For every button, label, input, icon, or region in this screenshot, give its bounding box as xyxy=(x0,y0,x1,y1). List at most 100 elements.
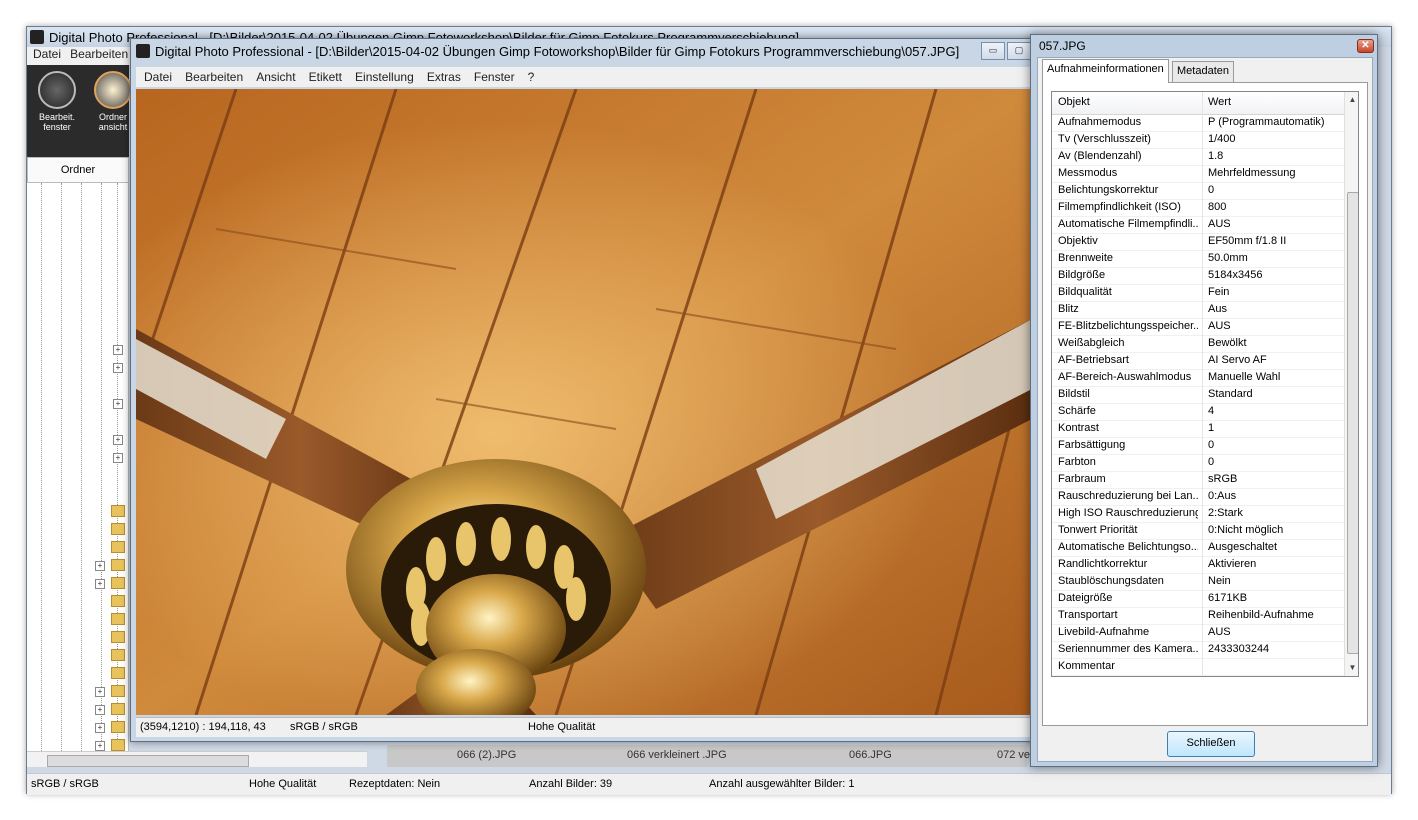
scroll-down-icon[interactable]: ▼ xyxy=(1345,660,1358,676)
tree-expand-icon[interactable]: + xyxy=(113,345,123,355)
table-row[interactable]: Weißabgleich Bewölkt xyxy=(1052,335,1344,353)
tree-expand-icon[interactable]: + xyxy=(113,363,123,373)
filmstrip-item[interactable]: 066 (2).JPG xyxy=(457,749,516,761)
table-row[interactable]: Bildqualität Fein xyxy=(1052,284,1344,302)
row-value: 2:Stark xyxy=(1208,507,1243,519)
row-key: Farbsättigung xyxy=(1058,439,1126,451)
tree-expand-icon[interactable]: + xyxy=(95,687,105,697)
table-row[interactable]: FE-Blitzbelichtungsspeicher... AUS xyxy=(1052,318,1344,336)
photo-canvas[interactable] xyxy=(136,89,1032,715)
menu-fenster[interactable]: Fenster xyxy=(474,67,515,87)
column-header-objekt[interactable]: Objekt xyxy=(1058,96,1090,108)
folder-icon xyxy=(111,631,125,643)
close-button[interactable]: Schließen xyxy=(1167,731,1255,757)
status-color-space: sRGB / sRGB xyxy=(31,778,99,790)
table-row[interactable]: Belichtungskorrektur 0 xyxy=(1052,182,1344,200)
tree-expand-icon[interactable]: + xyxy=(113,399,123,409)
menu-help[interactable]: ? xyxy=(528,67,535,87)
row-value: 50.0mm xyxy=(1208,252,1248,264)
filmstrip[interactable]: 066 (2).JPG 066 verkleinert .JPG 066.JPG… xyxy=(387,745,1069,767)
table-row[interactable]: Farbraum sRGB xyxy=(1052,471,1344,489)
menu-datei[interactable]: Datei xyxy=(33,47,61,61)
table-row[interactable]: Livebild-Aufnahme AUS xyxy=(1052,624,1344,642)
edit-window-button[interactable]: Bearbeit. fenster xyxy=(35,71,79,132)
column-header-wert[interactable]: Wert xyxy=(1208,96,1231,108)
table-row[interactable]: Kommentar xyxy=(1052,658,1344,676)
table-row[interactable]: Automatische Belichtungso... Ausgeschalte… xyxy=(1052,539,1344,557)
table-row[interactable]: High ISO Rauschreduzierung 2:Stark xyxy=(1052,505,1344,523)
table-row[interactable]: Dateigröße 6171KB xyxy=(1052,590,1344,608)
tab-aufnahmeinformationen[interactable]: Aufnahmeinformationen xyxy=(1042,59,1169,83)
table-row[interactable]: Tv (Verschlusszeit) 1/400 xyxy=(1052,131,1344,149)
table-row[interactable]: AF-Bereich-Auswahlmodus Manuelle Wahl xyxy=(1052,369,1344,387)
tab-metadaten[interactable]: Metadaten xyxy=(1172,61,1234,82)
table-row[interactable]: Farbsättigung 0 xyxy=(1052,437,1344,455)
row-value: Nein xyxy=(1208,575,1231,587)
tree-expand-icon[interactable]: + xyxy=(95,723,105,733)
scrollbar-thumb[interactable] xyxy=(47,755,249,767)
table-row[interactable]: Av (Blendenzahl) 1.8 xyxy=(1052,148,1344,166)
table-row[interactable]: Bildgröße 5184x3456 xyxy=(1052,267,1344,285)
table-row[interactable]: Aufnahmemodus P (Programmautomatik) xyxy=(1052,114,1344,132)
info-table[interactable]: Objekt Wert Aufnahmemodus P (Programmauto… xyxy=(1051,91,1359,677)
table-row[interactable]: Schärfe 4 xyxy=(1052,403,1344,421)
scroll-up-icon[interactable]: ▲ xyxy=(1345,92,1358,108)
filmstrip-item[interactable]: 066 verkleinert .JPG xyxy=(627,749,727,761)
image-statusbar: (3594,1210) : 194,118, 43 sRGB / sRGB Ho… xyxy=(136,717,1032,737)
table-row[interactable]: Tonwert Priorität 0:Nicht möglich xyxy=(1052,522,1344,540)
menu-extras[interactable]: Extras xyxy=(427,67,461,87)
folder-icon xyxy=(111,721,125,733)
maximize-button[interactable]: ▢ xyxy=(1007,42,1031,60)
menu-etikett[interactable]: Etikett xyxy=(309,67,342,87)
table-row[interactable]: Staublöschungsdaten Nein xyxy=(1052,573,1344,591)
dialog-client: Aufnahmeinformationen Metadaten Objekt W… xyxy=(1037,57,1373,762)
table-row[interactable]: Seriennummer des Kamera... 2433303244 xyxy=(1052,641,1344,659)
status-selected-count: Anzahl ausgewählter Bilder: 1 xyxy=(709,778,855,790)
table-row[interactable]: Blitz Aus xyxy=(1052,301,1344,319)
row-key: Filmempfindlichkeit (ISO) xyxy=(1058,201,1181,213)
table-row[interactable]: Rauschreduzierung bei Lan... 0:Aus xyxy=(1052,488,1344,506)
table-row[interactable]: Kontrast 1 xyxy=(1052,420,1344,438)
table-row[interactable]: Objektiv EF50mm f/1.8 II xyxy=(1052,233,1344,251)
minimize-button[interactable]: ▭ xyxy=(981,42,1005,60)
image-window-titlebar[interactable]: Digital Photo Professional - [D:\Bilder\… xyxy=(131,39,1036,63)
tree-expand-icon[interactable]: + xyxy=(95,579,105,589)
status-quality: Hohe Qualität xyxy=(249,778,317,790)
scrollbar-thumb[interactable] xyxy=(1347,192,1358,654)
table-row[interactable]: Farbton 0 xyxy=(1052,454,1344,472)
row-key: Blitz xyxy=(1058,303,1079,315)
folder-icon xyxy=(111,703,125,715)
folder-tree-scrollbar[interactable] xyxy=(27,751,367,767)
tree-expand-icon[interactable]: + xyxy=(95,561,105,571)
filmstrip-item[interactable]: 066.JPG xyxy=(849,749,892,761)
table-row[interactable]: AF-Betriebsart AI Servo AF xyxy=(1052,352,1344,370)
menu-datei[interactable]: Datei xyxy=(144,67,172,87)
table-row[interactable]: Automatische Filmempfindli... AUS xyxy=(1052,216,1344,234)
table-row[interactable]: Randlichtkorrektur Aktivieren xyxy=(1052,556,1344,574)
table-row[interactable]: Transportart Reihenbild-Aufnahme xyxy=(1052,607,1344,625)
tree-expand-icon[interactable]: + xyxy=(113,435,123,445)
app-icon xyxy=(30,30,44,44)
table-row[interactable]: Messmodus Mehrfeldmessung xyxy=(1052,165,1344,183)
tree-expand-icon[interactable]: + xyxy=(95,741,105,751)
row-key: Rauschreduzierung bei Lan... xyxy=(1058,490,1198,502)
table-scrollbar[interactable]: ▲ ▼ xyxy=(1344,92,1358,676)
tree-expand-icon[interactable]: + xyxy=(95,705,105,715)
folder-icon xyxy=(111,523,125,535)
table-row[interactable]: Filmempfindlichkeit (ISO) 800 xyxy=(1052,199,1344,217)
table-row[interactable]: Brennweite 50.0mm xyxy=(1052,250,1344,268)
menu-einstellung[interactable]: Einstellung xyxy=(355,67,414,87)
menu-bearbeiten[interactable]: Bearbeiten xyxy=(185,67,243,87)
row-key: Seriennummer des Kamera... xyxy=(1058,643,1198,655)
tree-expand-icon[interactable]: + xyxy=(113,453,123,463)
status-image-count: Anzahl Bilder: 39 xyxy=(529,778,613,790)
folder-view-button[interactable]: Ordner ansicht xyxy=(91,71,135,132)
app-icon xyxy=(136,44,150,58)
folder-tree[interactable]: + + + + + + + + + + + xyxy=(27,183,129,753)
table-row[interactable]: Bildstil Standard xyxy=(1052,386,1344,404)
menu-bearbeiten[interactable]: Bearbeiten xyxy=(70,47,128,61)
row-key: Bildgröße xyxy=(1058,269,1106,281)
close-icon[interactable]: ✕ xyxy=(1357,39,1374,53)
folder-panel-header[interactable]: Ordner xyxy=(27,157,129,183)
menu-ansicht[interactable]: Ansicht xyxy=(256,67,295,87)
